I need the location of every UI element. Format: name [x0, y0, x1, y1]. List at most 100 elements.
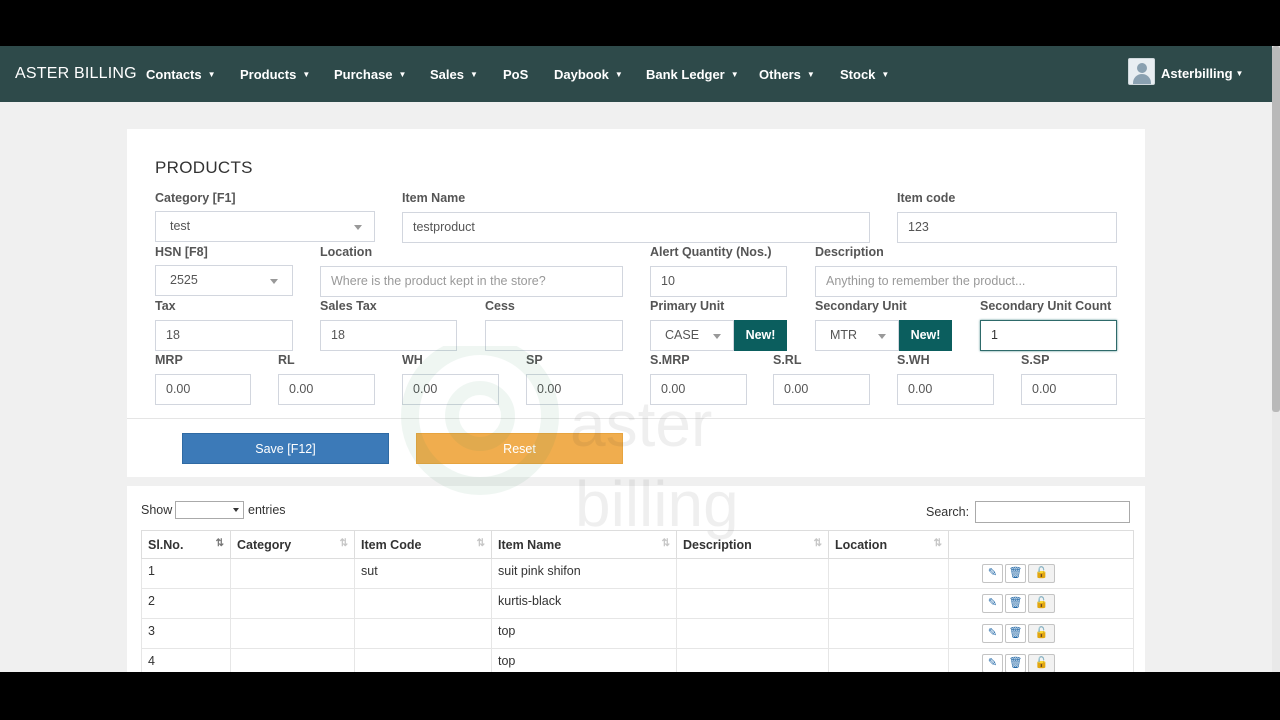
- hsn-select[interactable]: 2525: [155, 265, 293, 296]
- trash-icon[interactable]: 🗑: [1005, 594, 1026, 613]
- secondary-unit-count-input[interactable]: 1: [980, 320, 1117, 351]
- s-mrp-label: S.MRP: [650, 353, 690, 367]
- s-mrp-input[interactable]: 0.00: [650, 374, 747, 405]
- avatar[interactable]: [1128, 58, 1155, 85]
- mrp-input[interactable]: 0.00: [155, 374, 251, 405]
- nav-pos[interactable]: PoS: [503, 67, 528, 82]
- unlock-icon[interactable]: 🔓: [1028, 654, 1055, 672]
- edit-icon[interactable]: ✎: [982, 654, 1003, 672]
- cell-item-name: top: [491, 618, 677, 649]
- table-row[interactable]: 4 top ✎ 🗑 🔓: [141, 648, 1134, 672]
- app-frame: ASTER BILLING Contacts ▼ Products ▼ Purcha…: [0, 46, 1280, 672]
- col-description[interactable]: Description ⇅: [676, 530, 829, 559]
- edit-icon[interactable]: ✎: [982, 594, 1003, 613]
- search-input[interactable]: [975, 501, 1130, 523]
- chevron-down-icon: ▼: [614, 70, 623, 79]
- col-item-code-label: Item Code: [361, 537, 422, 552]
- save-button[interactable]: Save [F12]: [182, 433, 389, 464]
- category-value: test: [170, 219, 191, 233]
- col-location[interactable]: Location ⇅: [828, 530, 949, 559]
- page-title: PRODUCTS: [155, 158, 253, 177]
- col-sl-no[interactable]: Sl.No. ⇅: [141, 530, 231, 559]
- nav-sales-label: Sales: [430, 67, 464, 82]
- primary-unit-value: CASE: [665, 328, 700, 342]
- cell-description: [676, 558, 829, 589]
- nav-others[interactable]: Others ▼: [759, 67, 815, 82]
- cell-actions: ✎ 🗑 🔓: [948, 558, 1134, 589]
- nav-stock[interactable]: Stock ▼: [840, 67, 889, 82]
- s-rl-input[interactable]: 0.00: [773, 374, 870, 405]
- item-code-input[interactable]: 123: [897, 212, 1117, 243]
- s-sp-input[interactable]: 0.00: [1021, 374, 1117, 405]
- unlock-icon[interactable]: 🔓: [1028, 594, 1055, 613]
- unlock-icon[interactable]: 🔓: [1028, 624, 1055, 643]
- trash-icon[interactable]: 🗑: [1005, 564, 1026, 583]
- nav-contacts[interactable]: Contacts ▼: [146, 67, 216, 82]
- s-sp-label: S.SP: [1021, 353, 1050, 367]
- nav-daybook-label: Daybook: [554, 67, 609, 82]
- cess-input[interactable]: [485, 320, 623, 351]
- user-menu[interactable]: Asterbilling ▼: [1161, 66, 1243, 81]
- sales-tax-label: Sales Tax: [320, 299, 377, 313]
- col-item-code[interactable]: Item Code ⇅: [354, 530, 492, 559]
- chevron-down-icon: [878, 334, 886, 339]
- cell-actions: ✎ 🗑 🔓: [948, 588, 1134, 619]
- cell-sl-no: 1: [141, 558, 231, 589]
- wh-input[interactable]: 0.00: [402, 374, 499, 405]
- chevron-down-icon: ▼: [398, 70, 407, 79]
- cell-location: [828, 558, 949, 589]
- new-secondary-unit-button[interactable]: New!: [899, 320, 952, 351]
- cell-location: [828, 618, 949, 649]
- item-name-input[interactable]: testproduct: [402, 212, 870, 243]
- primary-unit-select[interactable]: CASE: [650, 320, 734, 351]
- mrp-label: MRP: [155, 353, 183, 367]
- table-row[interactable]: 2 kurtis-black ✎ 🗑 🔓: [141, 588, 1134, 619]
- nav-stock-label: Stock: [840, 67, 876, 82]
- tax-input[interactable]: 18: [155, 320, 293, 351]
- cell-category: [230, 648, 355, 672]
- page-scrollbar-thumb[interactable]: [1272, 46, 1280, 412]
- new-primary-unit-button[interactable]: New!: [734, 320, 787, 351]
- alert-qty-input[interactable]: 10: [650, 266, 787, 297]
- brand-logo[interactable]: ASTER BILLING: [15, 65, 137, 83]
- description-input[interactable]: Anything to remember the product...: [815, 266, 1117, 297]
- table-row[interactable]: 3 top ✎ 🗑 🔓: [141, 618, 1134, 649]
- reset-button[interactable]: Reset: [416, 433, 623, 464]
- cell-item-name: kurtis-black: [491, 588, 677, 619]
- col-sl-no-label: Sl.No.: [148, 537, 184, 552]
- secondary-unit-select[interactable]: MTR: [815, 320, 899, 351]
- col-item-name-label: Item Name: [498, 537, 562, 552]
- chevron-down-icon: ▼: [730, 70, 739, 79]
- edit-icon[interactable]: ✎: [982, 624, 1003, 643]
- location-label: Location: [320, 245, 373, 259]
- s-wh-input[interactable]: 0.00: [897, 374, 994, 405]
- item-code-label: Item code: [897, 191, 956, 205]
- cell-item-name: top: [491, 648, 677, 672]
- sp-input[interactable]: 0.00: [526, 374, 623, 405]
- sales-tax-input[interactable]: 18: [320, 320, 457, 351]
- trash-icon[interactable]: 🗑: [1005, 654, 1026, 672]
- cell-sl-no: 3: [141, 618, 231, 649]
- nav-bank-ledger[interactable]: Bank Ledger ▼: [646, 67, 739, 82]
- nav-daybook[interactable]: Daybook ▼: [554, 67, 623, 82]
- sort-icon: ⇅: [339, 538, 349, 549]
- cell-description: [676, 618, 829, 649]
- nav-sales[interactable]: Sales ▼: [430, 67, 478, 82]
- cell-actions: ✎ 🗑 🔓: [948, 648, 1134, 672]
- col-item-name[interactable]: Item Name ⇅: [491, 530, 677, 559]
- chevron-down-icon: ▼: [1235, 69, 1244, 78]
- unlock-icon[interactable]: 🔓: [1028, 564, 1055, 583]
- nav-products[interactable]: Products ▼: [240, 67, 310, 82]
- rl-input[interactable]: 0.00: [278, 374, 375, 405]
- cell-category: [230, 588, 355, 619]
- col-category[interactable]: Category ⇅: [230, 530, 355, 559]
- entries-select[interactable]: [175, 501, 244, 519]
- secondary-unit-count-label: Secondary Unit Count: [980, 299, 1112, 313]
- category-select[interactable]: test: [155, 211, 375, 242]
- table-row[interactable]: 1 sut suit pink shifon ✎ 🗑 🔓: [141, 558, 1134, 589]
- nav-purchase[interactable]: Purchase ▼: [334, 67, 406, 82]
- location-input[interactable]: Where is the product kept in the store?: [320, 266, 623, 297]
- edit-icon[interactable]: ✎: [982, 564, 1003, 583]
- category-label: Category [F1]: [155, 191, 236, 205]
- trash-icon[interactable]: 🗑: [1005, 624, 1026, 643]
